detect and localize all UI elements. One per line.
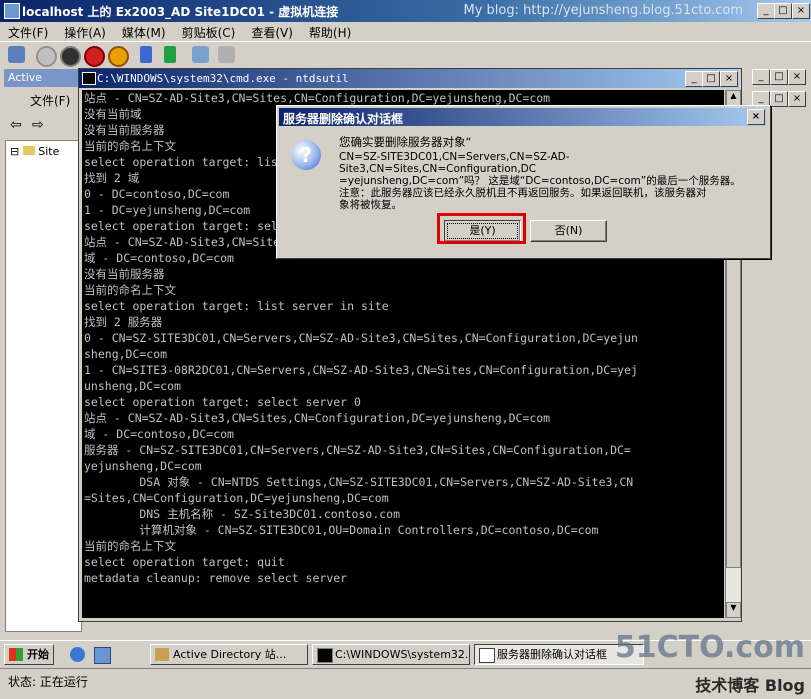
cmd-line: 当前的命名上下文 (84, 539, 176, 553)
ad-inner-close-button[interactable]: × (788, 91, 806, 107)
folder-icon (22, 146, 35, 155)
taskbar-item-cmd[interactable]: C:\WINDOWS\system32... (312, 644, 470, 665)
cmd-line: sheng,DC=com (84, 347, 168, 361)
cmd-line: =Sites,CN=Configuration,DC=yejunsheng,DC… (84, 491, 389, 505)
dialog-close-button[interactable]: × (747, 109, 765, 125)
ad-close-button[interactable]: × (788, 69, 806, 85)
show-desktop-icon[interactable] (94, 647, 111, 664)
cmd-line: select operation target: select server 0 (84, 395, 361, 409)
scroll-up-arrow-icon[interactable]: ▲ (726, 90, 741, 106)
cmd-icon (82, 72, 96, 85)
save-state-icon[interactable] (108, 46, 129, 67)
cmd-minimize-button[interactable]: _ (685, 71, 703, 87)
power-on-icon[interactable] (36, 46, 57, 67)
menu-action[interactable]: 操作(A) (56, 22, 114, 41)
ad-sites-icon (155, 648, 169, 661)
cmd-line: DSA 对象 - CN=NTDS Settings,CN=SZ-SITE3DC0… (84, 475, 634, 489)
ad-window-titlebar: Active (4, 69, 80, 87)
resume-icon[interactable] (164, 46, 176, 63)
forward-arrow-icon[interactable]: ⇨ (32, 117, 44, 133)
cmd-line: 计算机对象 - CN=SZ-SITE3DC01,OU=Domain Contro… (84, 523, 599, 537)
minimize-button[interactable]: _ (757, 3, 775, 19)
question-icon: ? (291, 140, 321, 170)
dialog-message-line: 注意：此服务器应该已经永久脱机且不再返回服务。如果返回联机，该服务器对 (339, 187, 707, 199)
taskbar-item-ad-sites[interactable]: Active Directory 站... (150, 644, 308, 665)
cmd-line: 域 - DC=contoso,DC=com (84, 427, 234, 441)
start-button[interactable]: 开始 (4, 644, 54, 665)
cmd-line: 找到 2 服务器 (84, 315, 163, 329)
vm-toolbar (0, 41, 811, 69)
cmd-line: select operation target: list server in … (84, 299, 389, 313)
ad-minimize-button[interactable]: _ (752, 69, 770, 85)
cmd-close-button[interactable]: × (720, 71, 738, 87)
snapshot-icon[interactable] (192, 46, 209, 63)
start-label: 开始 (27, 648, 49, 661)
dialog-title: 服务器删除确认对话框 (283, 112, 404, 126)
turn-off-icon[interactable] (60, 46, 81, 67)
cmd-line: yejunsheng,DC=com (84, 459, 202, 473)
cmd-line: select operation target: quit (84, 555, 285, 569)
ctrl-alt-del-icon[interactable] (8, 46, 25, 63)
vm-window-icon (4, 3, 20, 19)
ad-menu-file[interactable]: 文件(F) (30, 92, 70, 109)
vm-statusbar: 状态: 正在运行 (0, 668, 811, 691)
cmd-line: 站点 - CN=SZ-AD-Site3,CN=Sites,CN=Configur… (84, 91, 551, 105)
no-button[interactable]: 否(N) (530, 220, 607, 242)
ad-tree-pane: ⊟ Site (5, 140, 82, 632)
blog-sub-watermark: 技术博客 Blog (695, 676, 805, 695)
cmd-titlebar: C:\WINDOWS\system32\cmd.exe - ntdsutil _… (79, 69, 739, 88)
cmd-line: 服务器 - CN=SZ-SITE3DC01,CN=Servers,CN=SZ-A… (84, 443, 631, 457)
ad-maximize-button[interactable]: □ (770, 69, 788, 85)
ad-inner-maximize-button[interactable]: □ (770, 91, 788, 107)
cmd-small-icon (317, 648, 333, 663)
blog-watermark: My blog: http://yejunsheng.blog.51cto.co… (463, 3, 743, 18)
dialog-message-line: CN=SZ-SITE3DC01,CN=Servers,CN=SZ-AD-Site… (339, 151, 570, 175)
close-button[interactable]: × (792, 3, 810, 19)
cmd-line: 站点 - CN=SZ-AD-Site3,CN=Sites,CN=Configur… (84, 411, 551, 425)
cmd-line: 当前的命名上下文 (84, 283, 176, 297)
vm-window-title: localhost 上的 Ex2003_AD Site1DC01 - 虚拟机连接 (22, 5, 339, 19)
menu-media[interactable]: 媒体(M) (114, 22, 174, 41)
vm-titlebar: localhost 上的 Ex2003_AD Site1DC01 - 虚拟机连接… (0, 0, 811, 22)
tree-root-label: Site (38, 145, 60, 158)
cmd-line: unsheng,DC=com (84, 379, 181, 393)
dialog-small-icon (479, 648, 495, 663)
maximize-button[interactable]: □ (774, 3, 792, 19)
ad-window-title: Active (8, 71, 43, 84)
revert-icon[interactable] (218, 46, 235, 63)
shutdown-icon[interactable] (84, 46, 105, 67)
vm-menubar: 文件(F) 操作(A) 媒体(M) 剪贴板(C) 查看(V) 帮助(H) (0, 22, 811, 40)
status-label: 状态: 正在运行 (8, 675, 88, 689)
cmd-title: C:\WINDOWS\system32\cmd.exe - ntdsutil (97, 72, 349, 85)
highlight-box (437, 213, 526, 244)
menu-view[interactable]: 查看(V) (243, 22, 301, 41)
dialog-message: 您确实要删除服务器对象“ CN=SZ-SITE3DC01,CN=Servers,… (339, 136, 759, 211)
pause-icon[interactable] (140, 46, 152, 63)
task-label: C:\WINDOWS\system32... (335, 648, 470, 661)
dialog-message-line: 象将被恢复。 (339, 199, 402, 211)
ie-icon[interactable] (70, 647, 85, 662)
task-label: 服务器删除确认对话框 (497, 648, 607, 661)
delete-confirm-dialog: 服务器删除确认对话框 × ? 您确实要删除服务器对象“ CN=SZ-SITE3D… (276, 105, 771, 259)
dialog-message-line: =yejunsheng,DC=com”吗？ 这是域“DC=contoso,DC=… (339, 175, 741, 187)
tree-root-item[interactable]: ⊟ Site (10, 145, 59, 158)
windows-logo-icon (9, 648, 23, 661)
scroll-down-arrow-icon[interactable]: ▼ (726, 602, 741, 618)
cmd-line: 0 - CN=SZ-SITE3DC01,CN=Servers,CN=SZ-AD-… (84, 331, 638, 345)
dialog-titlebar: 服务器删除确认对话框 × (279, 108, 766, 126)
cmd-line: DNS 主机名称 - SZ-Site3DC01.contoso.com (84, 507, 401, 521)
task-label: Active Directory 站... (173, 648, 287, 661)
dialog-message-line: 您确实要删除服务器对象“ (339, 135, 472, 149)
cmd-line: 1 - CN=SITE3-08R2DC01,CN=Servers,CN=SZ-A… (84, 363, 638, 377)
back-arrow-icon[interactable]: ⇦ (10, 117, 22, 133)
menu-help[interactable]: 帮助(H) (301, 22, 359, 41)
menu-clipboard[interactable]: 剪贴板(C) (174, 22, 244, 41)
site-watermark: 51CTO.com (614, 630, 805, 665)
cmd-line: 没有当前服务器 (84, 267, 165, 281)
cmd-maximize-button[interactable]: □ (702, 71, 720, 87)
cmd-line: metadata cleanup: remove select server (84, 571, 348, 585)
menu-file[interactable]: 文件(F) (0, 22, 56, 41)
